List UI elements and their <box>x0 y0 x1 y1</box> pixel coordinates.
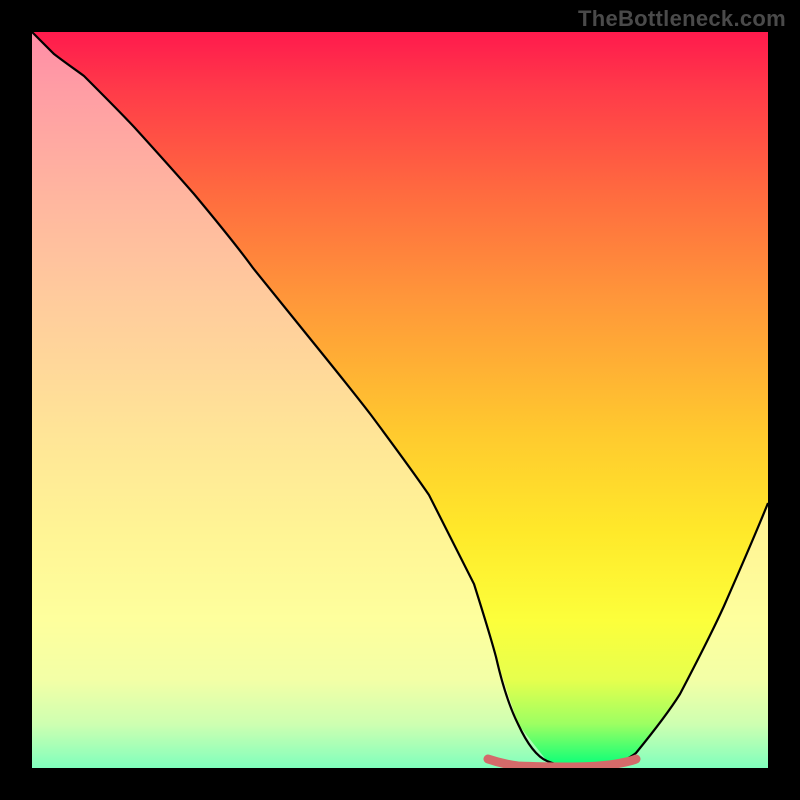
under-curve-fill <box>32 32 768 768</box>
curve-layer <box>32 32 768 768</box>
chart-stage: TheBottleneck.com <box>0 0 800 800</box>
plot-area <box>32 32 768 768</box>
watermark-label: TheBottleneck.com <box>578 6 786 32</box>
